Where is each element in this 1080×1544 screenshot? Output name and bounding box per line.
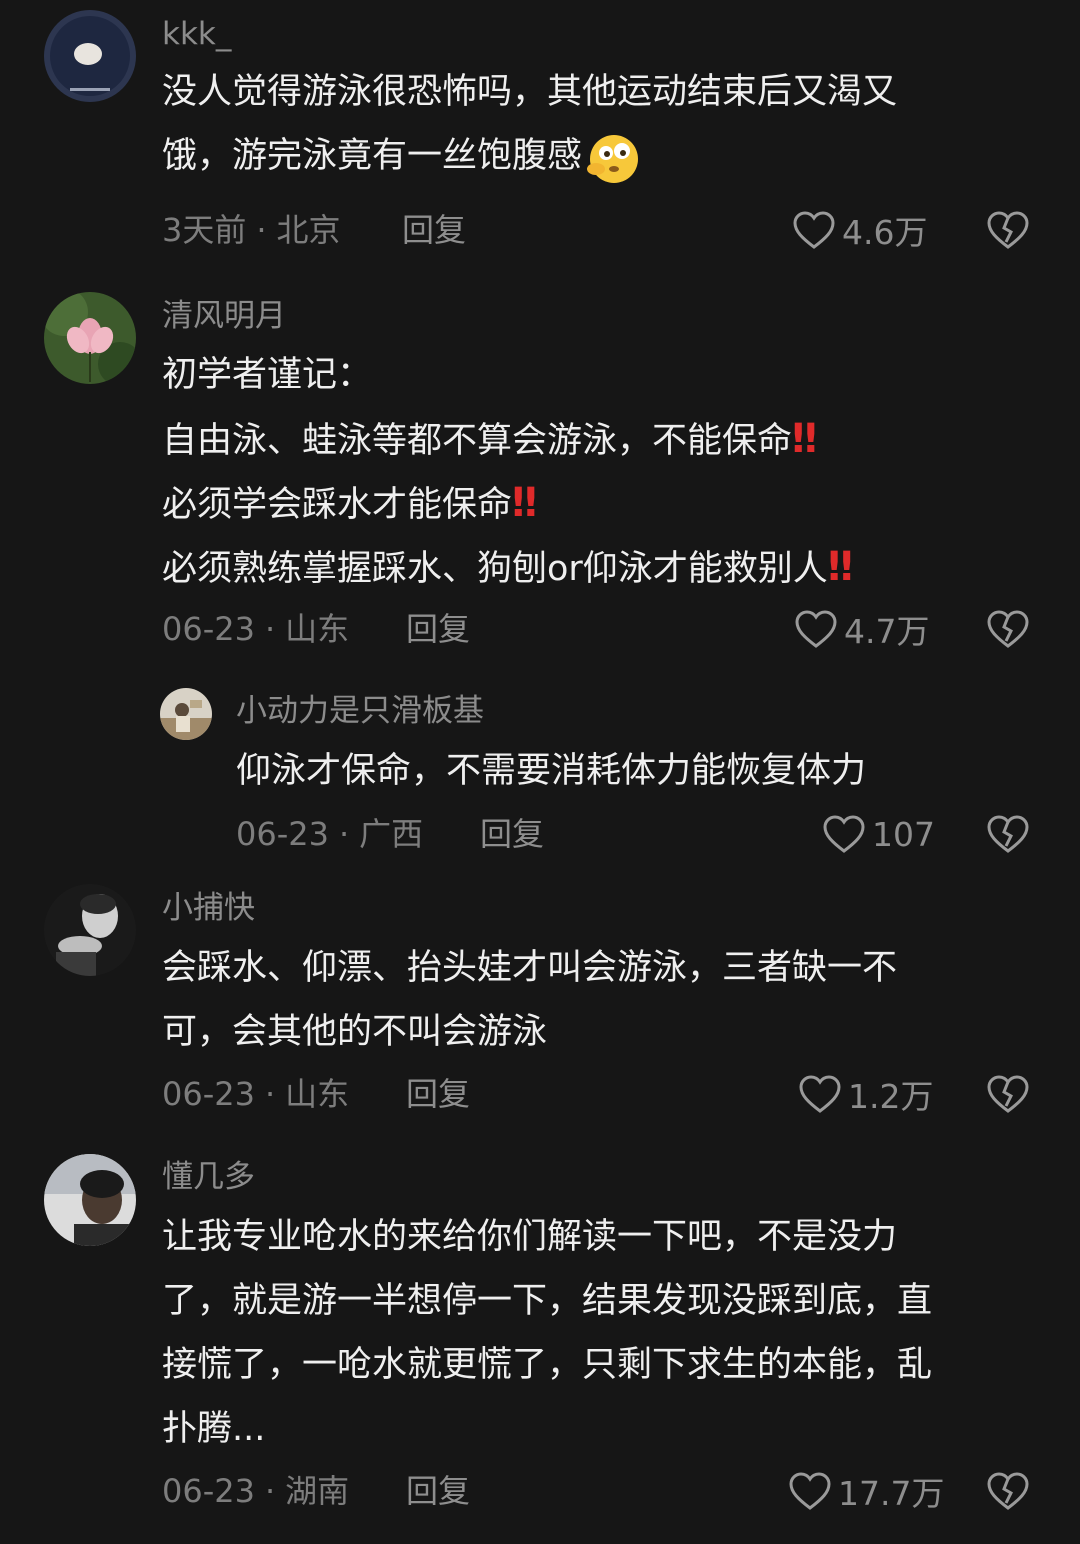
heart-icon bbox=[823, 815, 865, 853]
like-count: 107 bbox=[872, 814, 935, 854]
username[interactable]: kkk_ bbox=[162, 14, 231, 54]
like-count: 1.2万 bbox=[848, 1077, 934, 1116]
double-exclamation-icon: ‼ bbox=[792, 416, 817, 462]
comment-time: 06-23 bbox=[236, 815, 329, 853]
username[interactable]: 懂几多 bbox=[162, 1157, 255, 1197]
like-button[interactable]: 4.7万 bbox=[794, 604, 929, 654]
comment-text: 初学者谨记： 自由泳、蛙泳等都不算会游泳，不能保命‼ 必须学会踩水才能保命‼ 必… bbox=[162, 343, 853, 599]
double-exclamation-icon: ‼ bbox=[512, 480, 537, 526]
username[interactable]: 清风明月 bbox=[162, 296, 286, 336]
heart-icon bbox=[793, 211, 835, 249]
comment-line: 接慌了，一呛水就更慌了，只剩下求生的本能，乱 bbox=[162, 1345, 933, 1385]
avatar[interactable] bbox=[44, 292, 136, 384]
broken-heart-icon[interactable] bbox=[986, 1074, 1030, 1114]
reply-button[interactable]: 回复 bbox=[406, 1069, 470, 1119]
comment-meta: 06-23 · 山东 bbox=[162, 1075, 350, 1113]
comment-line: 扑腾... bbox=[162, 1409, 266, 1449]
username[interactable]: 小动力是只滑板基 bbox=[236, 691, 484, 731]
comment-time: 3天前 bbox=[162, 211, 247, 249]
double-exclamation-icon: ‼ bbox=[827, 544, 853, 590]
comment-meta: 3天前 · 北京 bbox=[162, 211, 341, 249]
avatar[interactable] bbox=[44, 884, 136, 976]
comment-text: 会踩水、仰漂、抬头娃才叫会游泳，三者缺一不 可，会其他的不叫会游泳 bbox=[162, 936, 897, 1064]
broken-heart-icon[interactable] bbox=[986, 210, 1030, 250]
avatar[interactable] bbox=[44, 10, 136, 102]
heart-icon bbox=[789, 1472, 831, 1510]
broken-heart-icon[interactable] bbox=[986, 1471, 1030, 1511]
comment-text: 没人觉得游泳很恐怖吗，其他运动结束后又渴又 饿，游完泳竟有一丝饱腹感 bbox=[162, 60, 897, 188]
heart-icon bbox=[799, 1075, 841, 1113]
comment-line: 必须熟练掌握踩水、狗刨or仰泳才能救别人‼ bbox=[162, 544, 853, 590]
like-count: 17.7万 bbox=[838, 1474, 945, 1513]
comment-line: 会踩水、仰漂、抬头娃才叫会游泳，三者缺一不 bbox=[162, 948, 898, 988]
reply-button[interactable]: 回复 bbox=[406, 1466, 470, 1516]
comment-time: 06-23 bbox=[162, 1472, 255, 1510]
like-button[interactable]: 107 bbox=[822, 809, 935, 859]
comment-line: 初学者谨记： bbox=[162, 355, 373, 395]
avatar[interactable] bbox=[44, 1154, 136, 1246]
comment-line: 了，就是游一半想停一下，结果发现没踩到底，直 bbox=[162, 1281, 933, 1321]
like-count: 4.6万 bbox=[842, 213, 928, 252]
comment-meta: 06-23 · 广西 bbox=[236, 815, 424, 853]
comment-line: 仰泳才保命，不需要消耗体力能恢复体力 bbox=[236, 751, 867, 791]
comment-meta: 06-23 · 湖南 bbox=[162, 1472, 350, 1510]
heart-icon bbox=[795, 610, 837, 648]
comment-line: 让我专业呛水的来给你们解读一下吧，不是没力 bbox=[162, 1217, 898, 1257]
like-button[interactable]: 17.7万 bbox=[788, 1466, 944, 1516]
comment-line: 必须学会踩水才能保命‼ bbox=[162, 480, 537, 526]
like-count: 4.7万 bbox=[844, 612, 930, 651]
broken-heart-icon[interactable] bbox=[986, 609, 1030, 649]
comment-line: 饿，游完泳竟有一丝饱腹感 bbox=[162, 124, 897, 188]
reply-button[interactable]: 回复 bbox=[406, 604, 470, 654]
like-button[interactable]: 4.6万 bbox=[792, 205, 927, 255]
comment-text: 让我专业呛水的来给你们解读一下吧，不是没力 了，就是游一半想停一下，结果发现没踩… bbox=[162, 1205, 932, 1461]
comment-line: 没人觉得游泳很恐怖吗，其他运动结束后又渴又 bbox=[162, 72, 898, 112]
comment-location: 北京 bbox=[276, 211, 341, 249]
comment-text: 仰泳才保命，不需要消耗体力能恢复体力 bbox=[236, 739, 866, 803]
comment-location: 山东 bbox=[285, 1075, 350, 1113]
comment-time: 06-23 bbox=[162, 610, 255, 648]
broken-heart-icon[interactable] bbox=[986, 814, 1030, 854]
reply-button[interactable]: 回复 bbox=[402, 205, 466, 255]
thinking-face-emoji-icon bbox=[582, 129, 642, 185]
like-button[interactable]: 1.2万 bbox=[798, 1069, 933, 1119]
comment-time: 06-23 bbox=[162, 1075, 255, 1113]
comment-line: 自由泳、蛙泳等都不算会游泳，不能保命‼ bbox=[162, 416, 817, 462]
avatar[interactable] bbox=[160, 688, 212, 740]
reply-button[interactable]: 回复 bbox=[480, 809, 544, 859]
comment-location: 山东 bbox=[285, 610, 350, 648]
comment-location: 湖南 bbox=[285, 1472, 350, 1510]
comment-location: 广西 bbox=[359, 815, 424, 853]
comment-meta: 06-23 · 山东 bbox=[162, 610, 350, 648]
username[interactable]: 小捕快 bbox=[162, 888, 255, 928]
comment-line: 可，会其他的不叫会游泳 bbox=[162, 1012, 548, 1052]
